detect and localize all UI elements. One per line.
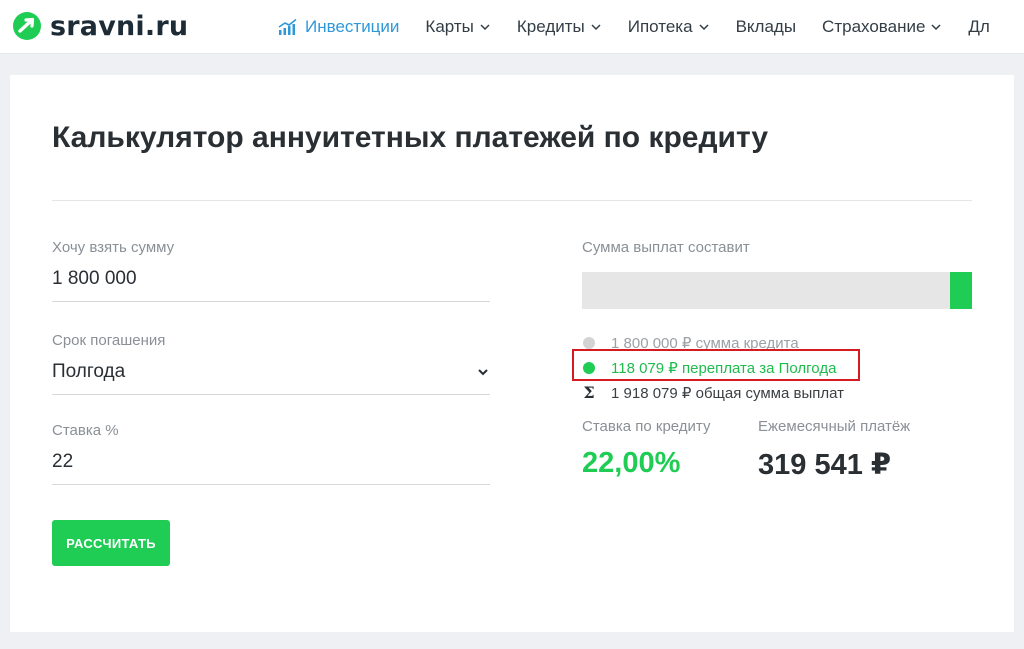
page-title: Калькулятор аннуитетных платежей по кред… bbox=[52, 121, 769, 154]
overpay-bar-segment bbox=[950, 272, 972, 309]
logo-text: sravni.ru bbox=[50, 10, 189, 42]
nav-item-deposits[interactable]: Вклады bbox=[736, 0, 796, 54]
nav-item-insurance[interactable]: Страхование bbox=[822, 0, 942, 54]
chevron-down-icon bbox=[480, 24, 490, 31]
nav-item-mortgage[interactable]: Ипотека bbox=[628, 0, 710, 54]
amount-input[interactable] bbox=[52, 268, 490, 290]
nav-label: Ипотека bbox=[627, 17, 693, 36]
chevron-down-icon bbox=[931, 24, 941, 31]
rate-stat: Ставка по кредиту 22,00% bbox=[582, 418, 710, 480]
nav-label: Карты bbox=[425, 17, 474, 36]
calculator-card: Калькулятор аннуитетных платежей по кред… bbox=[10, 75, 1014, 632]
legend-text: 1 800 000 ₽ сумма кредита bbox=[611, 334, 799, 352]
payment-stat: Ежемесячный платёж 319 541 ₽ bbox=[758, 418, 910, 482]
results-legend: 1 800 000 ₽ сумма кредита 118 079 ₽ пере… bbox=[572, 330, 962, 405]
nav-label: Страхование bbox=[822, 17, 926, 36]
main-nav: Инвестиции Карты Кредиты Ипотека Вклады … bbox=[278, 0, 1016, 54]
legend-item-principal: 1 800 000 ₽ сумма кредита bbox=[582, 330, 962, 355]
nav-item-cards[interactable]: Карты bbox=[425, 0, 490, 54]
legend-item-overpay: 118 079 ₽ переплата за Полгода bbox=[582, 355, 962, 380]
sigma-icon: Σ bbox=[583, 383, 595, 402]
term-selected-value: Полгода bbox=[52, 361, 126, 382]
nav-label: Дл bbox=[968, 17, 990, 36]
amount-label: Хочу взять сумму bbox=[52, 239, 175, 256]
rate-stat-label: Ставка по кредиту bbox=[582, 418, 711, 435]
rate-input-wrapper bbox=[52, 451, 490, 485]
rate-label: Ставка % bbox=[52, 422, 119, 439]
amount-field: Хочу взять сумму bbox=[52, 239, 490, 302]
legend-item-total: Σ 1 918 079 ₽ общая сумма выплат bbox=[582, 380, 962, 405]
amount-input-wrapper bbox=[52, 268, 490, 302]
site-header: sravni.ru Инвестиции Карты Кредиты Ипоте… bbox=[0, 0, 1024, 54]
term-label: Срок погашения bbox=[52, 332, 166, 349]
rate-input[interactable] bbox=[52, 451, 490, 473]
green-dot-icon bbox=[583, 361, 595, 374]
nav-label: Инвестиции bbox=[305, 17, 400, 36]
legend-text: 118 079 ₽ переплата за Полгода bbox=[611, 359, 837, 377]
term-select[interactable]: Полгода bbox=[52, 361, 490, 395]
rate-stat-value: 22,00% bbox=[582, 447, 681, 479]
nav-label: Кредиты bbox=[516, 17, 585, 36]
grey-dot-icon bbox=[583, 336, 595, 349]
chevron-down-icon bbox=[478, 369, 488, 376]
payment-stat-label: Ежемесячный платёж bbox=[758, 418, 911, 435]
divider bbox=[52, 200, 972, 201]
legend-text: 1 918 079 ₽ общая сумма выплат bbox=[611, 384, 844, 402]
results-label: Сумма выплат составит bbox=[582, 239, 750, 256]
calculate-button[interactable]: РАССЧИТАТЬ bbox=[52, 520, 170, 566]
chart-icon bbox=[278, 18, 297, 35]
term-field: Срок погашения Полгода bbox=[52, 332, 490, 395]
nav-label: Вклады bbox=[735, 17, 797, 36]
payment-stat-value: 319 541 ₽ bbox=[758, 449, 892, 481]
rate-field: Ставка % bbox=[52, 422, 490, 485]
chevron-down-icon bbox=[591, 24, 601, 31]
logo[interactable]: sravni.ru bbox=[12, 10, 188, 42]
payment-bar bbox=[582, 272, 972, 309]
sravni-logo-icon bbox=[13, 12, 41, 40]
chevron-down-icon bbox=[699, 24, 709, 31]
nav-item-investments[interactable]: Инвестиции bbox=[278, 0, 399, 54]
principal-bar-segment bbox=[582, 272, 948, 309]
nav-item-more[interactable]: Дл bbox=[968, 0, 989, 54]
nav-item-credits[interactable]: Кредиты bbox=[517, 0, 602, 54]
